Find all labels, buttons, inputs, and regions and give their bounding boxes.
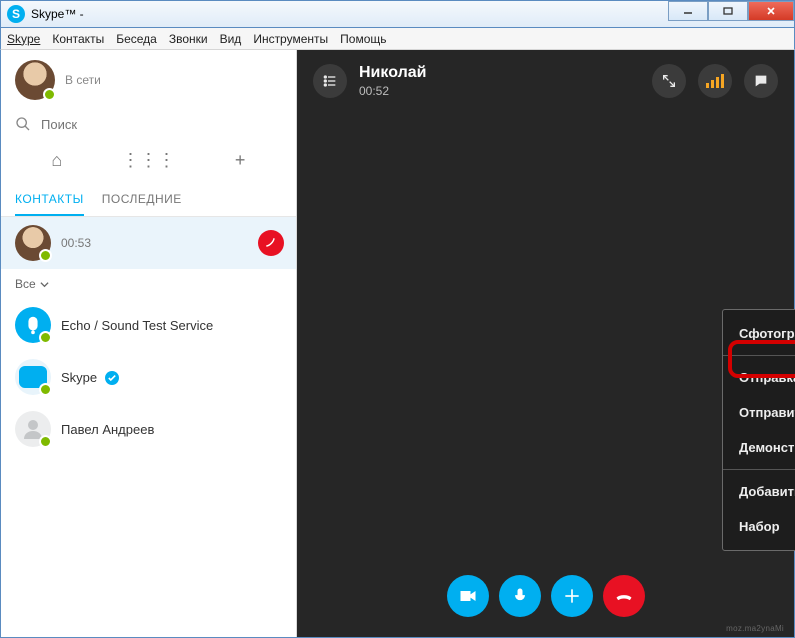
hangup-button[interactable] bbox=[603, 575, 645, 617]
menu-calls[interactable]: Звонки bbox=[169, 32, 208, 46]
menu-send-files[interactable]: Отправка файлов... bbox=[723, 360, 795, 395]
plus-button[interactable] bbox=[551, 575, 593, 617]
conversation-list-button[interactable] bbox=[313, 64, 347, 98]
contact-avatar bbox=[15, 307, 51, 343]
contact-item[interactable]: Павел Андреев bbox=[1, 403, 296, 455]
window-title: Skype™ - bbox=[31, 7, 84, 21]
menu-dial[interactable]: Набор bbox=[723, 509, 795, 544]
add-icon[interactable]: + bbox=[225, 148, 255, 172]
filter-label: Все bbox=[15, 277, 36, 291]
tab-contacts[interactable]: КОНТАКТЫ bbox=[15, 186, 84, 216]
menu-separator bbox=[723, 355, 795, 356]
verified-icon bbox=[105, 371, 119, 385]
contact-item[interactable]: Skype bbox=[1, 351, 296, 403]
contacts-list: Echo / Sound Test Service Skype Павел Ан… bbox=[1, 299, 296, 637]
menu-share-screen[interactable]: Демонстрация экрана... bbox=[723, 430, 795, 465]
active-call-duration: 00:53 bbox=[61, 236, 91, 250]
call-area: Николай 00:52 Сфотографировать... Отправ… bbox=[297, 50, 794, 637]
window-close-button[interactable] bbox=[748, 1, 794, 21]
presence-online-icon bbox=[39, 249, 52, 262]
contacts-filter[interactable]: Все bbox=[1, 269, 296, 299]
presence-online-icon bbox=[39, 331, 52, 344]
dialpad-icon[interactable]: ⋮⋮⋮ bbox=[133, 148, 163, 172]
presence-online-icon bbox=[39, 435, 52, 448]
self-status: В сети bbox=[65, 73, 101, 87]
call-controls bbox=[297, 575, 794, 617]
self-avatar bbox=[15, 60, 55, 100]
watermark: moz.ma2ynaMi bbox=[726, 624, 784, 633]
menu-take-snapshot[interactable]: Сфотографировать... bbox=[723, 316, 795, 351]
signal-icon bbox=[706, 74, 724, 88]
chat-button[interactable] bbox=[744, 64, 778, 98]
self-profile[interactable]: В сети bbox=[1, 50, 296, 110]
menu-skype[interactable]: Skype bbox=[7, 32, 40, 46]
contact-name: Echo / Sound Test Service bbox=[61, 318, 213, 333]
menu-view[interactable]: Вид bbox=[220, 32, 242, 46]
active-call-item[interactable]: 00:53 bbox=[1, 217, 296, 269]
call-duration: 00:52 bbox=[359, 84, 426, 98]
presence-online-icon bbox=[39, 383, 52, 396]
window-titlebar: S Skype™ - bbox=[0, 0, 795, 28]
call-quality-button[interactable] bbox=[698, 64, 732, 98]
search-icon bbox=[15, 116, 31, 132]
tab-recent[interactable]: ПОСЛЕДНИЕ bbox=[102, 186, 182, 216]
contact-avatar bbox=[15, 411, 51, 447]
contact-name: Павел Андреев bbox=[61, 422, 154, 437]
window-maximize-button[interactable] bbox=[708, 1, 748, 21]
fullscreen-button[interactable] bbox=[652, 64, 686, 98]
call-avatar bbox=[15, 225, 51, 261]
call-peer-name: Николай bbox=[359, 64, 426, 82]
sidebar-tabs: КОНТАКТЫ ПОСЛЕДНИЕ bbox=[1, 182, 296, 217]
menu-help[interactable]: Помощь bbox=[340, 32, 386, 46]
menu-send-contacts[interactable]: Отправить контакты... bbox=[723, 395, 795, 430]
skype-logo-icon: S bbox=[7, 5, 25, 23]
search-input[interactable] bbox=[41, 117, 282, 132]
mini-hangup-button[interactable] bbox=[258, 230, 284, 256]
menu-add-participants[interactable]: Добавить участников к этому звонку... bbox=[723, 474, 795, 509]
menubar: Skype Контакты Беседа Звонки Вид Инструм… bbox=[0, 28, 795, 50]
contact-item[interactable]: Echo / Sound Test Service bbox=[1, 299, 296, 351]
mute-button[interactable] bbox=[499, 575, 541, 617]
contact-avatar bbox=[15, 359, 51, 395]
menu-contacts[interactable]: Контакты bbox=[52, 32, 104, 46]
sidebar-nav: ⌂ ⋮⋮⋮ + bbox=[1, 142, 296, 182]
sidebar: В сети ⌂ ⋮⋮⋮ + КОНТАКТЫ ПОСЛЕДНИЕ 00:53 bbox=[1, 50, 297, 637]
search-bar[interactable] bbox=[1, 110, 296, 142]
plus-menu-popup: Сфотографировать... Отправка файлов... О… bbox=[722, 309, 795, 551]
call-header: Николай 00:52 bbox=[297, 50, 794, 112]
contact-name: Skype bbox=[61, 370, 119, 385]
video-button[interactable] bbox=[447, 575, 489, 617]
menu-conversation[interactable]: Беседа bbox=[116, 32, 157, 46]
home-icon[interactable]: ⌂ bbox=[42, 148, 72, 172]
menu-tools[interactable]: Инструменты bbox=[253, 32, 328, 46]
menu-separator bbox=[723, 469, 795, 470]
presence-online-icon bbox=[43, 88, 56, 101]
window-minimize-button[interactable] bbox=[668, 1, 708, 21]
chevron-down-icon bbox=[40, 280, 49, 289]
